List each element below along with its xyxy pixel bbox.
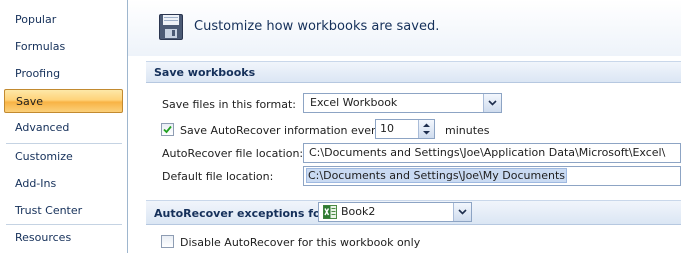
format-label: Save files in this format: [162, 98, 296, 111]
sidebar-item-customize[interactable]: Customize [4, 145, 123, 169]
exceptions-workbook-value: Book2 [341, 205, 376, 218]
default-location-label: Default file location: [162, 170, 274, 183]
excel-workbook-icon [323, 205, 337, 219]
minutes-label: minutes [445, 124, 490, 137]
spinner-buttons[interactable] [418, 120, 434, 138]
exceptions-workbook-dropdown[interactable]: Book2 [318, 202, 472, 222]
sidebar-item-resources[interactable]: Resources [4, 226, 123, 250]
default-location-selection: C:\Documents and Settings\Joe\My Documen… [306, 168, 567, 183]
autorecover-minutes-value: 10 [380, 122, 394, 135]
autorecover-minutes-spinner[interactable]: 10 [375, 119, 435, 139]
exceptions-title: AutoRecover exceptions for: [154, 207, 331, 220]
sidebar-item-save[interactable]: Save [4, 89, 123, 113]
options-main-panel: Customize how workbooks are saved. Save … [128, 0, 681, 253]
options-sidebar: Popular Formulas Proofing Save Advanced … [0, 0, 128, 253]
sidebar-item-advanced[interactable]: Advanced [4, 116, 123, 140]
page-title: Customize how workbooks are saved. [194, 19, 440, 34]
save-format-value: Excel Workbook [310, 96, 398, 109]
disable-autorecover-checkbox[interactable] [161, 235, 174, 248]
default-location-value: C:\Documents and Settings\Joe\My Documen… [306, 168, 567, 183]
dropdown-button[interactable] [453, 203, 471, 221]
save-format-dropdown[interactable]: Excel Workbook [303, 93, 502, 113]
dropdown-button[interactable] [483, 94, 501, 112]
autorecover-location-field[interactable]: C:\Documents and Settings\Joe\Applicatio… [303, 143, 681, 163]
sidebar-divider [6, 143, 122, 144]
default-location-field[interactable]: C:\Documents and Settings\Joe\My Documen… [303, 166, 681, 186]
sidebar-divider [6, 224, 122, 225]
sidebar-item-popular[interactable]: Popular [4, 8, 123, 32]
autorecover-location-label: AutoRecover file location: [162, 147, 304, 160]
sidebar-item-formulas[interactable]: Formulas [4, 35, 123, 59]
floppy-disk-icon [159, 14, 183, 40]
page-header: Customize how workbooks are saved. [128, 0, 681, 56]
checkmark-icon [163, 125, 172, 134]
spinner-up-down-icon [423, 123, 430, 135]
autorecover-checkbox[interactable] [161, 123, 174, 136]
autorecover-location-value: C:\Documents and Settings\Joe\Applicatio… [309, 146, 666, 159]
disable-autorecover-label: Disable AutoRecover for this workbook on… [180, 236, 421, 249]
autorecover-label: Save AutoRecover information every [180, 124, 383, 137]
sidebar-item-trust-center[interactable]: Trust Center [4, 199, 123, 223]
section-header-save-workbooks: Save workbooks [146, 61, 681, 83]
chevron-down-icon [488, 100, 497, 106]
sidebar-item-proofing[interactable]: Proofing [4, 62, 123, 86]
sidebar-item-add-ins[interactable]: Add-Ins [4, 172, 123, 196]
chevron-down-icon [458, 209, 467, 215]
